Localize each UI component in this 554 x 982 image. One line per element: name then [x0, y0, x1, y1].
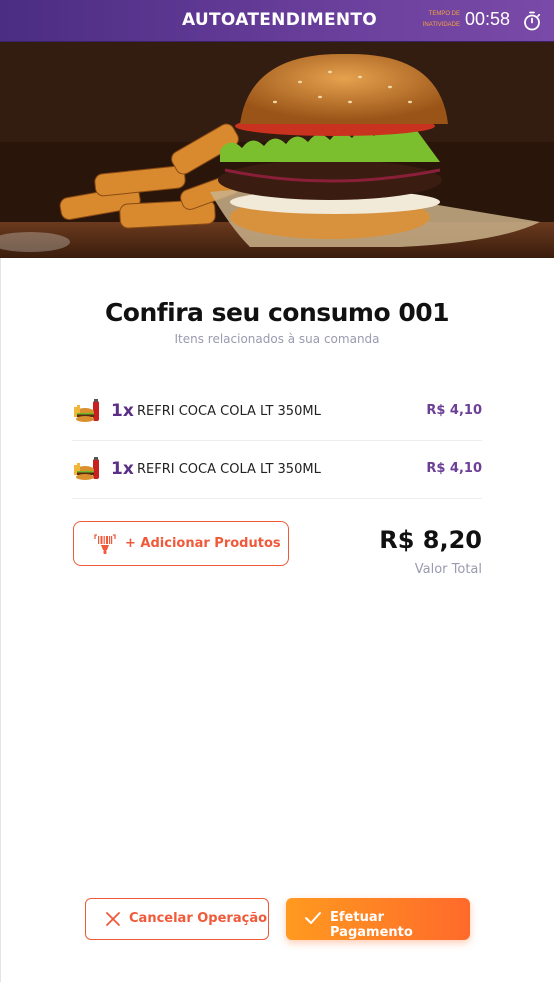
inactivity-label-line1: TEMPO DE — [428, 11, 460, 17]
order-item-row: 1x REFRI COCA COLA LT 350ML R$ 4,10 — [72, 383, 482, 441]
total-label: Valor Total — [414, 562, 482, 577]
hero-burger-image — [0, 42, 554, 258]
top-bar: AUTOATENDIMENTO TEMPO DE INATIVIDADE 00:… — [0, 0, 554, 42]
item-quantity: 1x — [111, 401, 134, 421]
stopwatch-icon — [524, 11, 541, 31]
barcode-scanner-icon — [94, 534, 116, 554]
item-price: R$ 4,10 — [426, 461, 482, 476]
inactivity-timer: 00:58 — [465, 9, 511, 29]
page-title: Confira seu consumo 001 — [104, 298, 450, 327]
item-name: REFRI COCA COLA LT 350ML — [137, 462, 321, 477]
close-icon — [106, 912, 120, 926]
add-products-button[interactable]: + Adicionar Produtos — [73, 521, 289, 566]
inactivity-label: TEMPO DE INATIVIDADE — [408, 9, 460, 31]
make-payment-label: Efetuar Pagamento — [330, 910, 413, 940]
order-item-row: 1x REFRI COCA COLA LT 350ML R$ 4,10 — [72, 441, 482, 499]
page-subtitle: Itens relacionados à sua comanda — [174, 332, 380, 346]
combo-meal-icon — [74, 457, 99, 480]
item-quantity: 1x — [111, 459, 134, 479]
app-title: AUTOATENDIMENTO — [182, 10, 378, 30]
cancel-operation-button[interactable]: Cancelar Operação — [85, 898, 269, 940]
cancel-operation-label: Cancelar Operação — [129, 911, 268, 926]
check-icon — [305, 912, 321, 924]
item-price: R$ 4,10 — [426, 403, 482, 418]
item-name: REFRI COCA COLA LT 350ML — [137, 404, 321, 419]
page-border — [0, 258, 1, 982]
inactivity-label-line2: INATIVIDADE — [422, 22, 460, 28]
make-payment-button[interactable]: Efetuar Pagamento — [286, 898, 470, 940]
add-products-label: + Adicionar Produtos — [125, 536, 281, 551]
burger-photo — [0, 42, 554, 258]
combo-meal-icon — [74, 399, 99, 422]
total-amount: R$ 8,20 — [379, 526, 482, 554]
